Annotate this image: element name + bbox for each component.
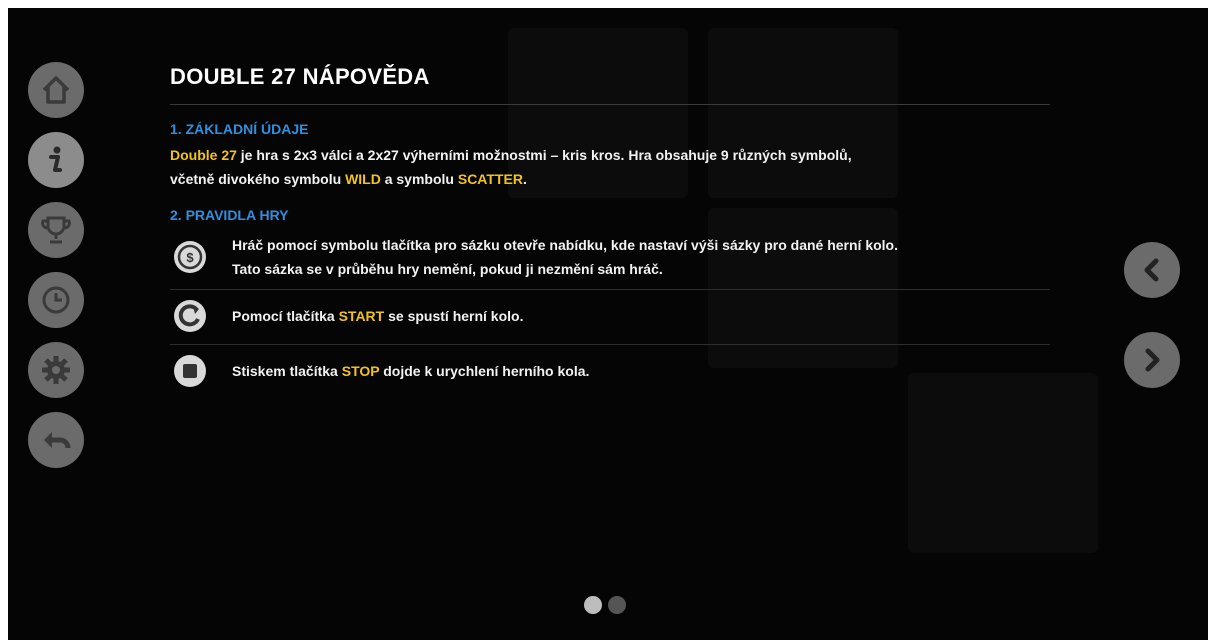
game-name: Double 27 [170,147,237,163]
wild-label: WILD [345,171,381,187]
settings-button[interactable] [28,342,84,398]
svg-text:$: $ [186,250,194,265]
start-spin-icon [170,296,210,336]
help-title: DOUBLE 27 NÁPOVĚDA [170,64,1050,105]
scatter-label: SCATTER [457,171,523,187]
home-button[interactable] [28,62,84,118]
settings-gear-icon [42,356,70,384]
history-button[interactable] [28,272,84,328]
next-page-icon [1145,348,1160,372]
prev-page-icon [1144,258,1159,282]
rule-stop-text-a: Stiskem tlačítka [232,363,342,379]
section-basic-info-heading: 1. ZÁKLADNÍ ÚDAJE [170,121,309,137]
basic-info-text-d: . [522,171,527,187]
basic-info-text-a: je hra s 2x3 válci a 2x27 výherními možn… [236,147,852,163]
rule-row-bet: $ Hráč pomocí symbolu tlačítka pro sázku… [170,227,1050,290]
basic-info-text-c: a symbolu [380,171,458,187]
basic-info-text-b: včetně divokého symbolu [170,171,346,187]
basic-info-paragraph: Double 27 je hra s 2x3 válci a 2x27 výhe… [170,143,1050,191]
paytable-button[interactable] [28,202,84,258]
info-icon [49,146,62,172]
back-arrow-icon [44,432,71,449]
rule-start-text-a: Pomocí tlačítka [232,308,339,324]
bet-coin-icon: $ [170,237,210,277]
rule-bet-line1: Hráč pomocí symbolu tlačítka pro sázku o… [232,237,898,253]
rule-start-text-b: se spustí herní kolo. [384,308,524,324]
history-clock-icon [42,286,70,314]
info-button[interactable] [28,132,84,188]
game-screen: DOUBLE 27 NÁPOVĚDA 1. ZÁKLADNÍ ÚDAJE Dou… [8,8,1208,640]
page-dot-2[interactable] [608,596,626,614]
page-dot-1[interactable] [584,596,602,614]
stop-label: STOP [341,363,380,379]
section-rules-heading: 2. PRAVIDLA HRY [170,207,289,223]
rule-stop-text-b: dojde k urychlení herního kola. [379,363,590,379]
rule-bet-line2: Tato sázka se v průběhu hry nemění, poku… [232,261,663,277]
start-label: START [338,308,385,324]
rule-row-stop: Stiskem tlačítka STOP dojde k urychlení … [170,345,1050,399]
prev-page-button[interactable] [1124,242,1180,298]
help-content: DOUBLE 27 NÁPOVĚDA 1. ZÁKLADNÍ ÚDAJE Dou… [170,64,1050,399]
trophy-icon [41,216,71,244]
next-page-button[interactable] [1124,332,1180,388]
back-button[interactable] [28,412,84,468]
rule-row-start: Pomocí tlačítka START se spustí herní ko… [170,290,1050,345]
home-icon [42,76,70,104]
stop-icon [170,351,210,391]
pagination-dots [584,596,626,614]
